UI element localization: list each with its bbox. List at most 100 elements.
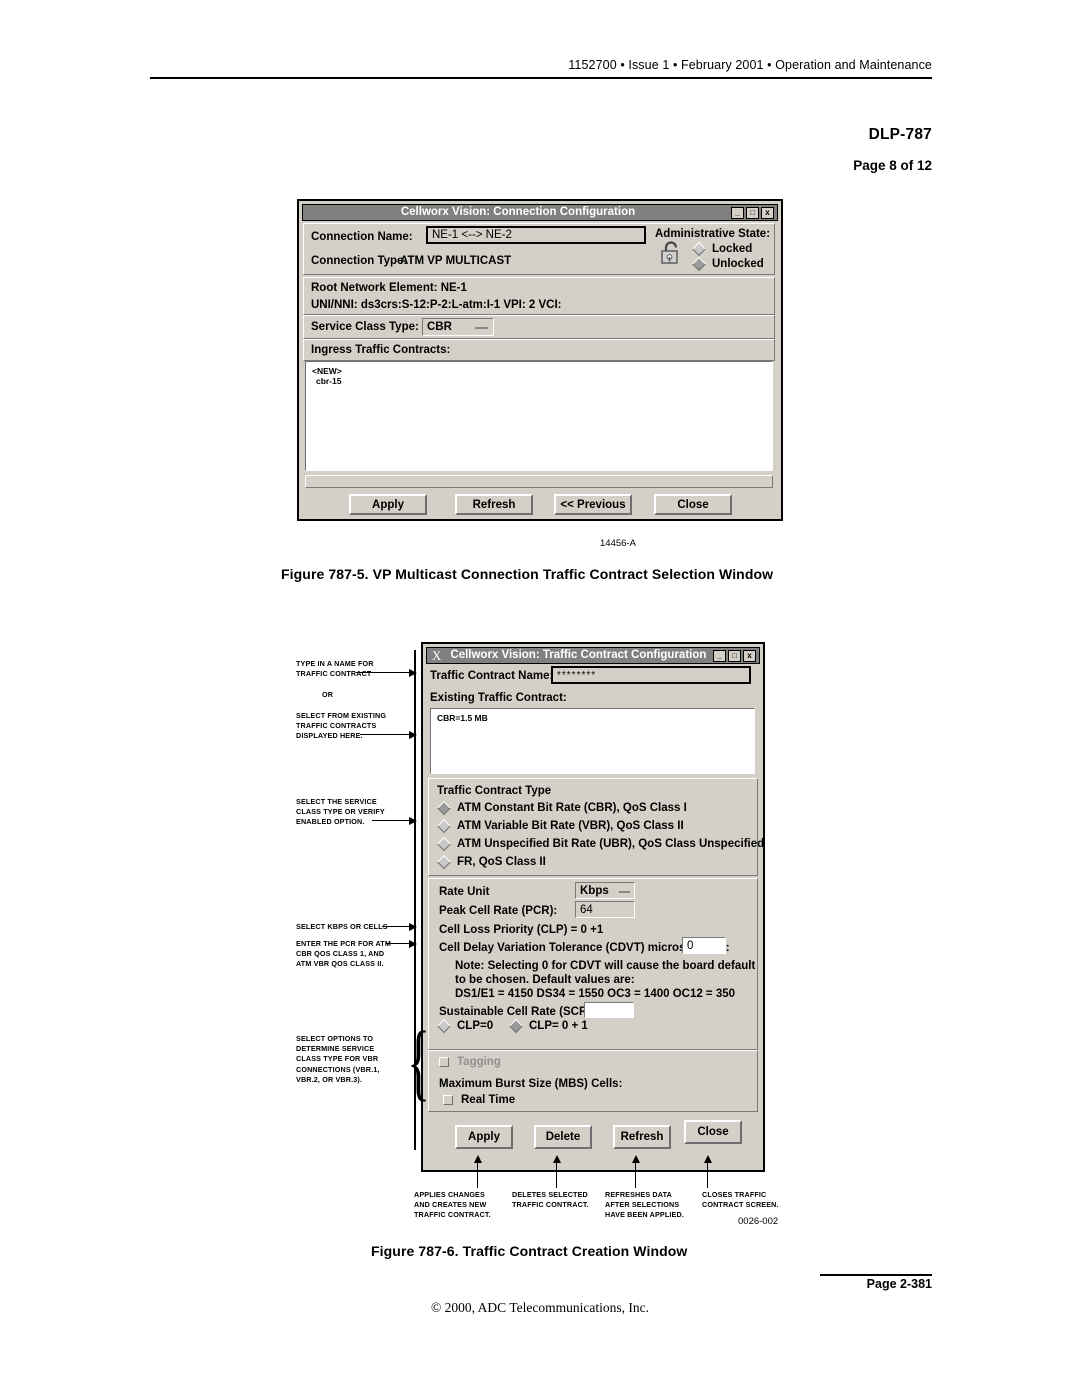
callout-apply: APPLIES CHANGES AND CREATES NEW TRAFFIC … (414, 1190, 506, 1221)
radio-clp-0-1[interactable]: CLP= 0 + 1 (508, 1018, 588, 1034)
callout-arrow (356, 668, 417, 677)
maximize-icon[interactable]: □ (728, 649, 741, 662)
callout-refresh: REFRESHES DATA AFTER SELECTIONS HAVE BEE… (605, 1190, 701, 1221)
delete-button[interactable]: Delete (534, 1125, 592, 1149)
radio-diamond-icon (436, 800, 452, 816)
realtime-label: Real Time (461, 1094, 516, 1106)
figure6-id: 0026-002 (738, 1216, 779, 1227)
connection-name-value: NE-1 <--> NE-2 (432, 229, 512, 241)
callout-line: TRAFFIC CONTRACT. (512, 1200, 589, 1210)
list-item[interactable]: CBR=1.5 MB (437, 713, 748, 723)
radio-fr[interactable]: FR, QoS Class II (436, 854, 546, 870)
callout-line: ENABLED OPTION. (296, 817, 365, 827)
callout-close: CLOSES TRAFFIC CONTRACT SCREEN. (702, 1190, 794, 1210)
callout-line: TYPE IN A NAME FOR (296, 659, 374, 668)
admin-state-locked-option[interactable]: Locked (691, 241, 753, 257)
callout-or: OR (322, 690, 333, 700)
pcr-input[interactable]: 64 (575, 901, 635, 918)
x-window-icon: X (432, 648, 442, 663)
admin-state-group: Administrative State: Locked Unlocked (652, 224, 776, 272)
uni-nni-info: UNI/NNI: ds3crs:S-12:P-2:L-atm:I-1 VPI: … (311, 299, 562, 311)
callout-line: SELECT THE SERVICE (296, 797, 377, 806)
callout-type-name: TYPE IN A NAME FOR TRAFFIC CONTRACT (296, 659, 406, 679)
unlocked-label: Unlocked (712, 258, 764, 270)
apply-button[interactable]: Apply (349, 494, 427, 515)
rate-parameters-group: Rate Unit Kbps Peak Cell Rate (PCR): 64 … (428, 878, 758, 1050)
callout-line: TRAFFIC CONTRACT (296, 669, 372, 679)
minimize-icon[interactable]: _ (713, 649, 726, 662)
apply-button[interactable]: Apply (455, 1125, 513, 1149)
type-group-label: Traffic Contract Type (437, 785, 552, 797)
minimize-icon[interactable]: _ (731, 206, 744, 219)
callout-line: VBR.2, OR VBR.3). (296, 1074, 363, 1084)
radio-vbr-label: ATM Variable Bit Rate (VBR), QoS Class I… (457, 820, 684, 832)
ingress-contracts-list[interactable]: <NEW> cbr-15 (305, 361, 773, 471)
service-class-panel: Service Class Type: CBR (303, 315, 775, 339)
radio-diamond-icon (691, 256, 707, 272)
window-titlebar: X Cellworx Vision: Traffic Contract Conf… (426, 647, 760, 664)
list-item[interactable]: <NEW> (312, 366, 766, 376)
cdvt-input[interactable]: 0 (682, 937, 726, 954)
callout-line: REFRESHES DATA (605, 1190, 672, 1199)
connection-name-input[interactable]: NE-1 <--> NE-2 (426, 226, 646, 244)
window-controls: _ □ x (713, 649, 756, 662)
service-class-label: Service Class Type: (311, 321, 419, 333)
rate-unit-dropdown[interactable]: Kbps (575, 882, 635, 899)
window-title: Cellworx Vision: Connection Configuratio… (400, 206, 636, 218)
clp-label: Cell Loss Priority (CLP) = 0 +1 (439, 924, 604, 936)
close-icon[interactable]: x (761, 206, 774, 219)
ingress-contracts-panel: Ingress Traffic Contracts: (303, 339, 775, 361)
callout-arrow (372, 816, 417, 825)
contract-name-value: ******** (557, 669, 597, 681)
radio-diamond-icon (436, 818, 452, 834)
tagging-checkbox[interactable]: Tagging (439, 1056, 501, 1068)
radio-vbr[interactable]: ATM Variable Bit Rate (VBR), QoS Class I… (436, 818, 684, 834)
root-ne-panel: Root Network Element: NE-1 UNI/NNI: ds3c… (303, 277, 775, 315)
connection-name-label: Connection Name: (311, 231, 413, 243)
scr-label: Sustainable Cell Rate (SCR) : (439, 1006, 599, 1018)
window-controls: _ □ x (731, 206, 774, 219)
callout-select-existing: SELECT FROM EXISTING TRAFFIC CONTRACTS D… (296, 711, 408, 742)
callout-line: AFTER SELECTIONS (605, 1200, 680, 1210)
realtime-checkbox[interactable]: Real Time (443, 1094, 515, 1106)
callout-line: CLOSES TRAFFIC (702, 1190, 767, 1199)
radio-ubr[interactable]: ATM Unspecified Bit Rate (UBR), QoS Clas… (436, 836, 764, 852)
page-header: 1152700 • Issue 1 • February 2001 • Oper… (150, 58, 932, 79)
callout-line: CLASS TYPE OR VERIFY (296, 807, 385, 817)
footer-copyright: © 2000, ADC Telecommunications, Inc. (431, 1300, 649, 1315)
callout-select-kbps: SELECT KBPS OR CELLS (296, 922, 411, 932)
existing-contract-list[interactable]: CBR=1.5 MB (430, 708, 755, 774)
scr-input[interactable] (584, 1002, 634, 1018)
callout-line: ENTER THE PCR FOR ATM (296, 939, 391, 948)
window-titlebar: Cellworx Vision: Connection Configuratio… (302, 204, 778, 221)
figure6-caption: Figure 787-6. Traffic Contract Creation … (371, 1243, 688, 1259)
burst-options-group: Tagging Maximum Burst Size (MBS) Cells: … (428, 1050, 758, 1112)
cdvt-note-line3: DS1/E1 = 4150 DS34 = 1550 OC3 = 1400 OC1… (455, 988, 736, 1000)
dlp-identifier: DLP-787 (868, 126, 932, 143)
maximize-icon[interactable]: □ (746, 206, 759, 219)
admin-state-unlocked-option[interactable]: Unlocked (691, 256, 764, 272)
service-class-dropdown[interactable]: CBR (422, 318, 494, 336)
radio-cbr[interactable]: ATM Constant Bit Rate (CBR), QoS Class I (436, 800, 687, 816)
checkbox-icon (439, 1057, 449, 1067)
refresh-button[interactable]: Refresh (613, 1125, 671, 1149)
refresh-button[interactable]: Refresh (455, 494, 533, 515)
locked-label: Locked (712, 243, 753, 255)
callout-select-service-class: SELECT THE SERVICE CLASS TYPE OR VERIFY … (296, 797, 414, 828)
close-button[interactable]: Close (654, 494, 732, 515)
previous-button[interactable]: << Previous (554, 494, 632, 515)
radio-clp-0[interactable]: CLP=0 (436, 1018, 493, 1034)
callout-line: APPLIES CHANGES (414, 1190, 485, 1199)
radio-cbr-label: ATM Constant Bit Rate (CBR), QoS Class I (457, 802, 687, 814)
callout-arrow (386, 939, 417, 948)
close-icon[interactable]: x (743, 649, 756, 662)
root-network-element: Root Network Element: NE-1 (311, 282, 467, 294)
callout-arrow (360, 730, 417, 739)
callout-line: CLASS TYPE FOR VBR (296, 1054, 379, 1064)
radio-diamond-icon (691, 241, 707, 257)
contract-name-input[interactable]: ******** (551, 666, 751, 684)
close-button[interactable]: Close (684, 1120, 742, 1144)
pcr-label: Peak Cell Rate (PCR): (439, 905, 558, 917)
list-item[interactable]: cbr-15 (312, 376, 766, 386)
radio-diamond-icon (436, 836, 452, 852)
